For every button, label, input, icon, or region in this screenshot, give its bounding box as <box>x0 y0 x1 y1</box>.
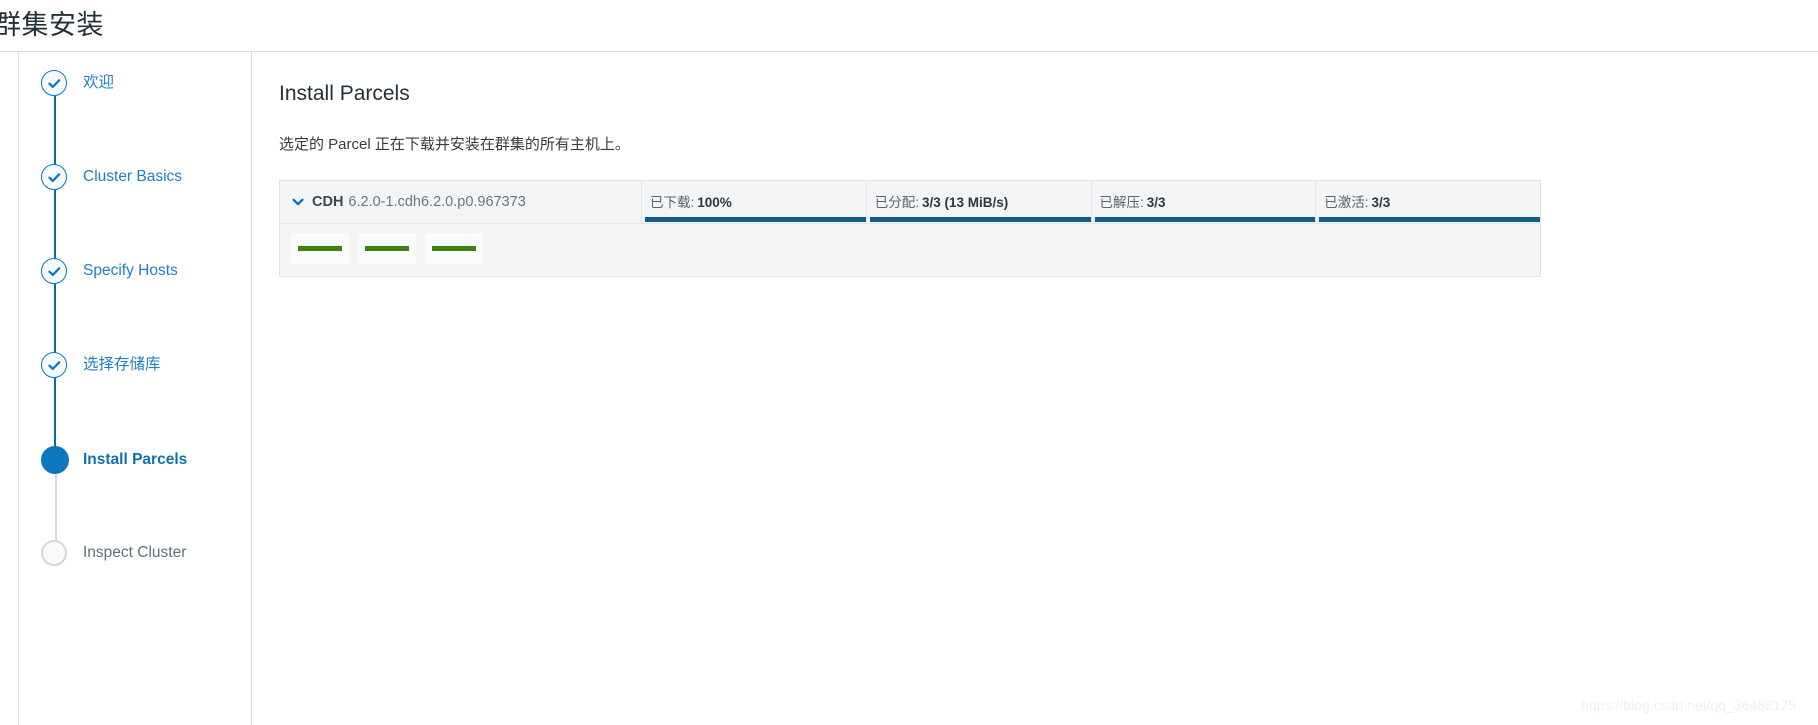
progress-track-downloaded <box>645 216 866 222</box>
sidebar-item-welcome[interactable]: 欢迎 <box>19 70 251 166</box>
sidebar-item-select-repository[interactable]: 选择存储库 <box>19 352 251 448</box>
check-icon <box>41 258 67 284</box>
chevron-down-icon[interactable] <box>291 195 305 209</box>
sidebar-item-label: 欢迎 <box>83 74 115 91</box>
main-content: Install Parcels 选定的 Parcel 正在下载并安装在群集的所有… <box>252 52 1818 725</box>
host-progress-item <box>425 232 483 264</box>
parcel-version: 6.2.0-1.cdh6.2.0.p0.967373 <box>348 193 526 210</box>
progress-value-text: 3/3 <box>1146 194 1166 210</box>
content-heading: Install Parcels <box>279 82 410 105</box>
empty-circle-icon <box>41 540 67 566</box>
parcel-name-cell[interactable]: CDH 6.2.0-1.cdh6.2.0.p0.967373 <box>280 180 642 223</box>
check-icon <box>41 70 67 96</box>
step-connector <box>54 378 56 448</box>
sidebar-item-label: Cluster Basics <box>83 168 183 185</box>
sidebar-item-specify-hosts[interactable]: Specify Hosts <box>19 258 251 354</box>
progress-fill-distributed <box>869 216 1091 222</box>
parcel-row: CDH 6.2.0-1.cdh6.2.0.p0.967373 已下载:100% <box>280 180 1540 224</box>
step-marker <box>41 540 69 568</box>
progress-col-unpacked: 已解压: 3/3 <box>1092 180 1317 222</box>
host-progress-item <box>358 232 416 264</box>
host-progress-bar <box>298 245 342 251</box>
progress-fill-unpacked <box>1094 216 1316 222</box>
watermark: https://blog.csdn.net/qq_36488175 <box>1581 697 1796 713</box>
progress-col-downloaded: 已下载: 100% <box>642 180 867 222</box>
sidebar-item-label: 选择存储库 <box>83 356 161 373</box>
content-subtitle: 选定的 Parcel 正在下载并安装在群集的所有主机上。 <box>279 136 630 154</box>
parcel-panel: CDH 6.2.0-1.cdh6.2.0.p0.967373 已下载:100% <box>279 179 1541 277</box>
progress-label-unpacked: 已解压: 3/3 <box>1092 191 1316 217</box>
progress-value-text: 3/3 (13 MiB/s) <box>922 194 1009 210</box>
progress-value-text: 100% <box>697 194 732 210</box>
sidebar-item-label: Inspect Cluster <box>83 544 187 561</box>
step-marker <box>41 164 69 192</box>
host-progress-bar <box>365 245 409 251</box>
progress-label-distributed: 已分配: 3/3 (13 MiB/s) <box>867 191 1091 217</box>
step-connector <box>54 284 56 354</box>
step-marker <box>41 352 69 380</box>
progress-col-activated: 已激活: 3/3 <box>1316 181 1540 222</box>
parcel-name: CDH <box>312 193 344 210</box>
page-title: 群集安装 <box>0 10 104 40</box>
progress-label-text: 已下载: <box>650 194 695 210</box>
host-progress-item <box>291 232 349 264</box>
page-header: 群集安装 <box>0 0 1818 52</box>
progress-track-unpacked <box>1094 216 1316 222</box>
progress-fill-downloaded <box>645 216 866 222</box>
step-connector <box>55 474 57 544</box>
progress-col-distributed: 已分配: 3/3 (13 MiB/s) <box>867 180 1092 222</box>
progress-track-distributed <box>869 216 1091 222</box>
wizard-step-list: 欢迎 Cluster Basics Specify Hosts 选择存储库 In… <box>19 70 251 634</box>
sidebar-item-inspect-cluster[interactable]: Inspect Cluster <box>19 540 251 634</box>
sidebar-item-label: Specify Hosts <box>83 262 178 279</box>
sidebar-item-label: Install Parcels <box>83 451 188 468</box>
step-marker <box>41 70 69 98</box>
step-connector <box>54 190 56 260</box>
sidebar-item-cluster-basics[interactable]: Cluster Basics <box>19 164 251 260</box>
step-marker <box>41 446 69 474</box>
filled-dot-icon <box>41 446 69 474</box>
progress-fill-activated <box>1319 216 1540 222</box>
check-icon <box>41 164 67 190</box>
host-progress-bar <box>432 245 476 251</box>
progress-value-text: 3/3 <box>1371 194 1391 210</box>
progress-label-activated: 已激活: 3/3 <box>1316 191 1540 217</box>
progress-label-text: 已分配: <box>874 194 920 210</box>
step-marker <box>41 258 69 286</box>
wizard-sidebar: 欢迎 Cluster Basics Specify Hosts 选择存储库 In… <box>18 52 252 725</box>
progress-track-activated <box>1319 216 1540 222</box>
progress-label-downloaded: 已下载: 100% <box>642 191 866 217</box>
step-connector <box>54 96 56 166</box>
host-progress-row <box>280 223 1540 276</box>
sidebar-item-install-parcels[interactable]: Install Parcels <box>19 446 251 544</box>
parcel-progress-columns: 已下载: 100% 已分配: 3/3 (13 MiB/s) 已解压: 3/3 已… <box>642 180 1540 222</box>
progress-label-text: 已激活: <box>1324 194 1369 210</box>
check-icon <box>41 352 67 378</box>
page-body: 欢迎 Cluster Basics Specify Hosts 选择存储库 In… <box>0 52 1818 725</box>
progress-label-text: 已解压: <box>1099 194 1144 210</box>
